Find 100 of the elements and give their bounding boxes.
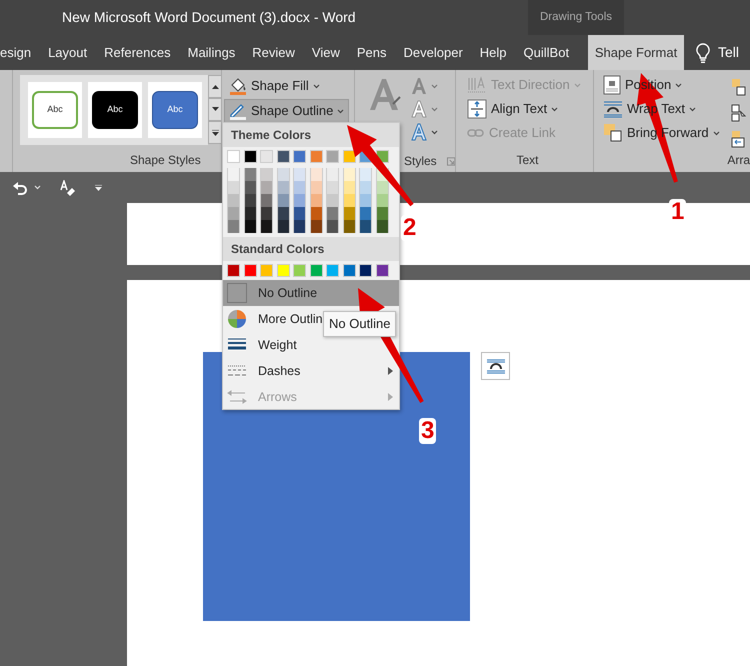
color-swatch[interactable] bbox=[260, 168, 273, 181]
color-swatch[interactable] bbox=[293, 181, 306, 194]
expand-icon bbox=[212, 130, 218, 136]
step-number: 3 bbox=[419, 418, 436, 444]
scroll-down-button[interactable] bbox=[208, 98, 222, 121]
color-swatch[interactable] bbox=[359, 168, 372, 181]
color-swatch[interactable] bbox=[244, 264, 256, 277]
color-swatch[interactable] bbox=[293, 207, 306, 220]
color-swatch[interactable] bbox=[260, 150, 273, 163]
color-swatch[interactable] bbox=[326, 181, 339, 194]
color-swatch[interactable] bbox=[310, 207, 322, 220]
shape-style-thumbnail[interactable]: Abc bbox=[92, 91, 138, 129]
color-swatch[interactable] bbox=[326, 150, 339, 163]
color-swatch[interactable] bbox=[227, 181, 240, 194]
color-swatch[interactable] bbox=[310, 150, 322, 163]
color-swatch[interactable] bbox=[293, 220, 306, 233]
color-swatch[interactable] bbox=[227, 150, 240, 163]
color-swatch[interactable] bbox=[326, 168, 339, 181]
color-swatch[interactable] bbox=[310, 194, 322, 207]
pencil-icon bbox=[229, 102, 247, 120]
tell-me-link[interactable]: Tell bbox=[718, 42, 740, 63]
color-swatch[interactable] bbox=[276, 168, 290, 181]
color-swatch[interactable] bbox=[276, 181, 290, 194]
color-swatch[interactable] bbox=[227, 194, 240, 207]
color-swatch[interactable] bbox=[276, 220, 290, 233]
color-swatch[interactable] bbox=[326, 220, 339, 233]
ribbon-tab[interactable]: Review bbox=[244, 35, 304, 70]
color-swatch[interactable] bbox=[293, 150, 306, 163]
color-swatch[interactable] bbox=[260, 264, 273, 277]
color-swatch[interactable] bbox=[276, 264, 290, 277]
color-swatch[interactable] bbox=[342, 264, 356, 277]
color-swatch[interactable] bbox=[276, 150, 290, 163]
shape-fill-button[interactable]: Shape Fill bbox=[224, 74, 325, 98]
layout-options-button[interactable] bbox=[481, 352, 510, 380]
color-swatch[interactable] bbox=[310, 220, 322, 233]
color-swatch[interactable] bbox=[260, 181, 273, 194]
color-swatch[interactable] bbox=[227, 207, 240, 220]
color-swatch[interactable] bbox=[276, 207, 290, 220]
color-swatch[interactable] bbox=[359, 220, 372, 233]
more-styles-button[interactable] bbox=[208, 121, 222, 144]
color-swatch[interactable] bbox=[293, 194, 306, 207]
color-swatch[interactable] bbox=[227, 220, 240, 233]
color-swatch[interactable] bbox=[376, 181, 388, 194]
color-swatch[interactable] bbox=[342, 207, 356, 220]
color-swatch[interactable] bbox=[326, 194, 339, 207]
caret-icon bbox=[431, 84, 438, 88]
color-swatch[interactable] bbox=[342, 168, 356, 181]
ribbon-tab[interactable]: View bbox=[303, 35, 348, 70]
menu-item[interactable]: No Outline bbox=[223, 280, 399, 306]
lightbulb-icon bbox=[696, 42, 710, 62]
ribbon-tab[interactable]: References bbox=[96, 35, 180, 70]
color-swatch[interactable] bbox=[244, 168, 256, 181]
color-swatch[interactable] bbox=[326, 207, 339, 220]
ribbon-tab[interactable]: Pens bbox=[348, 35, 396, 70]
color-swatch[interactable] bbox=[376, 264, 388, 277]
color-swatch[interactable] bbox=[244, 207, 256, 220]
ribbon-tab[interactable]: Mailings bbox=[179, 35, 244, 70]
color-swatch[interactable] bbox=[342, 194, 356, 207]
text-fill-icon bbox=[411, 76, 427, 96]
paint-bucket-icon bbox=[229, 77, 247, 95]
color-swatch[interactable] bbox=[244, 220, 256, 233]
color-swatch[interactable] bbox=[244, 194, 256, 207]
menu-item[interactable]: Dashes bbox=[223, 358, 399, 384]
color-swatch[interactable] bbox=[376, 220, 388, 233]
shape-style-thumbnail[interactable]: Abc bbox=[152, 91, 198, 129]
color-swatch[interactable] bbox=[293, 168, 306, 181]
color-swatch[interactable] bbox=[342, 181, 356, 194]
ribbon-tab[interactable]: Layout bbox=[40, 35, 96, 70]
color-swatch[interactable] bbox=[244, 150, 256, 163]
text-effects-icon bbox=[411, 122, 427, 142]
align-text-button[interactable]: Align Text bbox=[462, 97, 564, 121]
color-swatch[interactable] bbox=[260, 194, 273, 207]
color-swatch[interactable] bbox=[293, 264, 306, 277]
color-swatch[interactable] bbox=[342, 150, 356, 163]
color-swatch[interactable] bbox=[359, 194, 372, 207]
ribbon-tab[interactable]: Help bbox=[471, 35, 516, 70]
color-swatch[interactable] bbox=[244, 181, 256, 194]
color-swatch[interactable] bbox=[359, 181, 372, 194]
color-swatch[interactable] bbox=[227, 168, 240, 181]
color-swatch[interactable] bbox=[227, 264, 240, 277]
color-swatch[interactable] bbox=[326, 264, 339, 277]
shape-style-thumbnail[interactable]: Abc bbox=[32, 91, 78, 129]
ribbon-tab[interactable]: Shape Format bbox=[588, 35, 684, 70]
ribbon-tab[interactable]: esign bbox=[0, 35, 40, 70]
shape-outline-button[interactable]: Shape Outline bbox=[224, 99, 350, 123]
caret-icon bbox=[431, 106, 438, 112]
color-swatch[interactable] bbox=[260, 207, 273, 220]
color-swatch[interactable] bbox=[276, 194, 290, 207]
color-swatch[interactable] bbox=[260, 220, 273, 233]
color-swatch[interactable] bbox=[376, 194, 388, 207]
color-swatch[interactable] bbox=[359, 264, 372, 277]
scroll-up-button[interactable] bbox=[208, 75, 222, 98]
color-swatch[interactable] bbox=[376, 207, 388, 220]
color-swatch[interactable] bbox=[310, 181, 322, 194]
ribbon-tab[interactable]: QuillBot bbox=[515, 35, 578, 70]
color-swatch[interactable] bbox=[342, 220, 356, 233]
color-swatch[interactable] bbox=[359, 207, 372, 220]
color-swatch[interactable] bbox=[310, 168, 322, 181]
ribbon-tab[interactable]: Developer bbox=[395, 35, 472, 70]
color-swatch[interactable] bbox=[310, 264, 322, 277]
